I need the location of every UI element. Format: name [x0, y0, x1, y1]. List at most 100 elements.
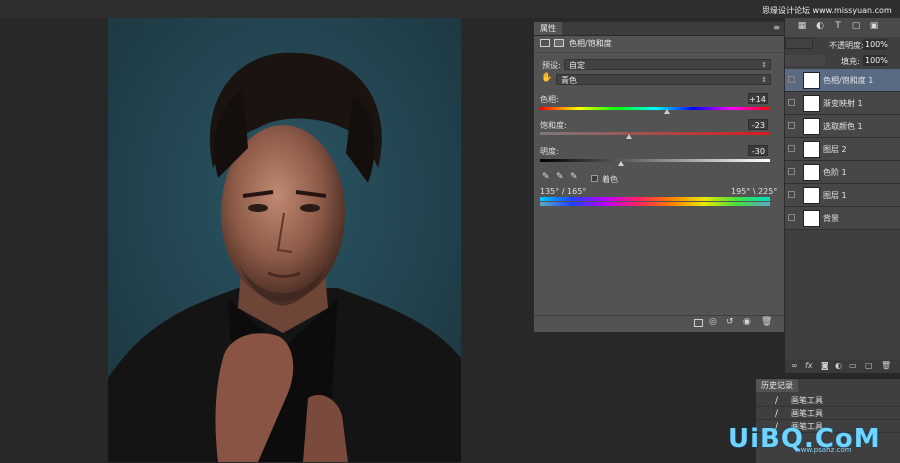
- layer-thumbnail: [803, 72, 820, 89]
- portrait-photo: [108, 18, 461, 462]
- adjustment-layer-icon: [540, 39, 550, 47]
- chevron-down-icon: ⇕: [761, 76, 767, 84]
- layer-thumbnail: [803, 187, 820, 204]
- smart-filter-icon[interactable]: ▣: [869, 21, 879, 32]
- color-range-bar-top: [540, 197, 770, 201]
- document-canvas[interactable]: [108, 18, 461, 462]
- layer-row[interactable]: 背景: [785, 207, 900, 230]
- blend-mode-select[interactable]: [785, 38, 813, 49]
- lightness-label: 明度:: [540, 147, 559, 156]
- history-item[interactable]: ∕ 画笔工具: [756, 407, 900, 420]
- colorize-label: 着色: [602, 175, 618, 184]
- eyedropper-plus-icon[interactable]: ✎: [556, 172, 564, 182]
- mask-icon[interactable]: [554, 39, 564, 47]
- opacity-value[interactable]: 100%: [863, 39, 888, 50]
- layer-thumbnail: [803, 95, 820, 112]
- properties-header: 属性 ≡: [534, 22, 784, 36]
- view-previous-icon[interactable]: ◎: [709, 317, 717, 327]
- chevron-down-icon: ⇕: [761, 61, 767, 69]
- properties-tab[interactable]: 属性: [534, 22, 562, 35]
- history-tab[interactable]: 历史记录: [756, 379, 798, 392]
- layer-name: 色相/饱和度 1: [823, 76, 874, 85]
- lock-controls[interactable]: [785, 55, 825, 66]
- layer-thumbnail: [803, 141, 820, 158]
- layer-row[interactable]: 选取颜色 1: [785, 115, 900, 138]
- layer-name: 渐变映射 1: [823, 99, 863, 108]
- layer-thumbnail: [803, 210, 820, 227]
- layer-row[interactable]: 渐变映射 1: [785, 92, 900, 115]
- visibility-toggle-icon[interactable]: [788, 145, 795, 152]
- layer-thumbnail: [803, 118, 820, 135]
- opacity-label: 不透明度:: [829, 41, 864, 50]
- link-icon[interactable]: ∞: [791, 361, 798, 370]
- fill-value[interactable]: 100%: [863, 55, 888, 66]
- type-filter-icon[interactable]: T: [833, 21, 843, 32]
- lightness-slider-thumb[interactable]: [617, 161, 624, 166]
- reset-icon[interactable]: ↺: [726, 317, 734, 327]
- preset-label: 预设:: [542, 61, 561, 70]
- new-layer-icon[interactable]: ▢: [865, 361, 873, 370]
- visibility-toggle-icon[interactable]: [788, 122, 795, 129]
- history-item-label: 画笔工具: [791, 409, 823, 418]
- clip-to-layer-icon[interactable]: [694, 319, 703, 327]
- layers-panel: ▦ ◐ T ▢ ▣ 不透明度: 100% 填充: 100% 色相/饱和度 1 渐变…: [785, 18, 900, 373]
- visibility-icon[interactable]: ◉: [743, 317, 751, 327]
- layers-footer: ∞ fx ◙ ◐ ▭ ▢ 🗑: [785, 360, 900, 373]
- range-right-label: 195° \ 225°: [731, 187, 778, 196]
- preset-select[interactable]: 自定 ⇕: [564, 59, 771, 70]
- visibility-toggle-icon[interactable]: [788, 214, 795, 221]
- site-logo-url: www.psahz.com: [795, 446, 852, 454]
- eyedropper-icon[interactable]: ✎: [542, 172, 550, 182]
- color-range-bar-bottom[interactable]: [540, 202, 770, 206]
- layer-name: 选取颜色 1: [823, 122, 863, 131]
- adjust-filter-icon[interactable]: ◐: [815, 21, 825, 32]
- preset-value: 自定: [569, 61, 585, 70]
- brush-icon: ∕: [775, 396, 779, 406]
- visibility-toggle-icon[interactable]: [788, 76, 795, 83]
- group-icon[interactable]: ▭: [849, 361, 857, 370]
- properties-panel: 属性 ≡ 色相/饱和度 预设: 自定 ⇕ ✋ 青色 ⇕ 色相: +14 饱和度:…: [533, 21, 785, 333]
- lightness-slider-track[interactable]: [540, 159, 770, 162]
- brush-icon: ∕: [775, 409, 779, 419]
- eyedropper-minus-icon[interactable]: ✎: [570, 172, 578, 182]
- hue-value-field[interactable]: +14: [748, 93, 768, 104]
- saturation-slider-track[interactable]: [540, 132, 770, 135]
- layer-row[interactable]: 色阶 1: [785, 161, 900, 184]
- visibility-toggle-icon[interactable]: [788, 99, 795, 106]
- trash-icon[interactable]: 🗑: [881, 361, 891, 370]
- adjustment-title: 色相/饱和度: [569, 39, 612, 48]
- top-watermark: 思缘设计论坛 www.missyuan.com: [762, 6, 892, 15]
- layer-name: 图层 1: [823, 191, 847, 200]
- properties-footer: ◎ ↺ ◉ 🗑: [534, 315, 784, 332]
- layer-name: 图层 2: [823, 145, 847, 154]
- layers-filter-bar: ▦ ◐ T ▢ ▣: [785, 18, 900, 37]
- saturation-slider-thumb[interactable]: [625, 134, 632, 139]
- pixel-filter-icon[interactable]: ▦: [797, 21, 807, 32]
- hue-slider-thumb[interactable]: [663, 109, 670, 114]
- layer-thumbnail: [803, 164, 820, 181]
- layer-row[interactable]: 图层 2: [785, 138, 900, 161]
- new-adjustment-icon[interactable]: ◐: [835, 361, 842, 370]
- delete-icon[interactable]: 🗑: [761, 317, 772, 327]
- hue-label: 色相:: [540, 95, 559, 104]
- history-item[interactable]: ∕ 画笔工具: [756, 394, 900, 407]
- shape-filter-icon[interactable]: ▢: [851, 21, 861, 32]
- layer-row[interactable]: 色相/饱和度 1: [785, 69, 900, 92]
- panel-menu-icon[interactable]: ≡: [773, 23, 780, 32]
- hand-adjust-icon[interactable]: ✋: [541, 73, 552, 83]
- visibility-toggle-icon[interactable]: [788, 168, 795, 175]
- add-mask-icon[interactable]: ◙: [821, 361, 829, 370]
- hue-slider-track[interactable]: [540, 107, 770, 110]
- saturation-value-field[interactable]: -23: [748, 119, 768, 130]
- range-left-label: 135° / 165°: [540, 187, 587, 196]
- channel-select[interactable]: 青色 ⇕: [556, 74, 771, 85]
- channel-value: 青色: [561, 76, 577, 85]
- layer-row[interactable]: 图层 1: [785, 184, 900, 207]
- history-item-label: 画笔工具: [791, 396, 823, 405]
- fx-icon[interactable]: fx: [805, 361, 813, 370]
- fill-label: 填充:: [841, 57, 860, 66]
- lightness-value-field[interactable]: -30: [748, 145, 768, 156]
- visibility-toggle-icon[interactable]: [788, 191, 795, 198]
- saturation-label: 饱和度:: [540, 121, 567, 130]
- colorize-checkbox[interactable]: [591, 175, 598, 182]
